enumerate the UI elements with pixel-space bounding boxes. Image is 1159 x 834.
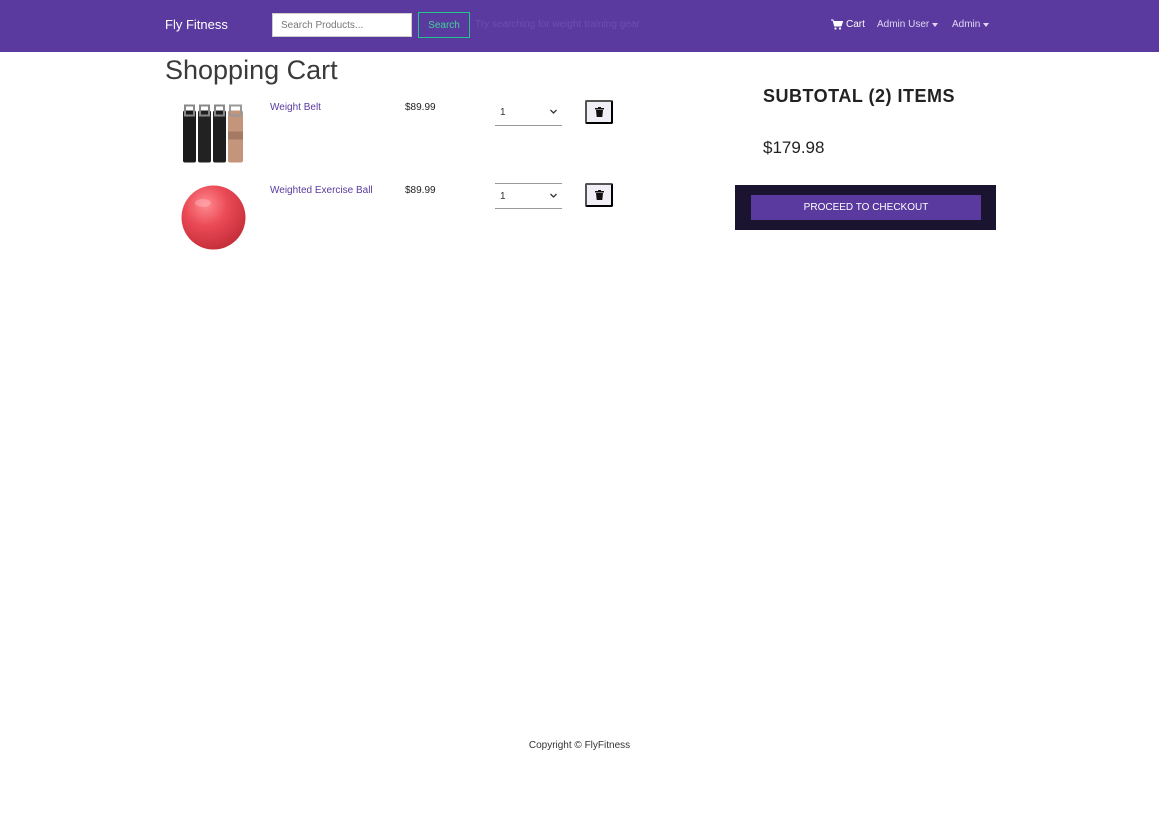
search-button[interactable]: Search xyxy=(418,12,470,38)
cart-item: Weighted Exercise Ball $89.99 1 xyxy=(165,180,625,250)
subtotal-amount: $179.98 xyxy=(763,138,825,157)
user-menu-label: Admin User xyxy=(877,19,930,30)
delete-item-button[interactable] xyxy=(585,100,613,124)
caret-down-icon xyxy=(983,22,990,27)
search-hint: Try searching for weight training gear xyxy=(475,19,640,30)
navbar: Fly Fitness Search Try searching for wei… xyxy=(0,0,1159,52)
nav-cart-link[interactable]: Cart xyxy=(831,19,865,30)
quantity-select[interactable]: 1 xyxy=(495,100,562,126)
item-name-link[interactable]: Weight Belt xyxy=(270,102,321,113)
brand-link[interactable]: Fly Fitness xyxy=(165,17,228,32)
item-price: $89.99 xyxy=(405,102,436,113)
user-menu-dropdown[interactable]: Admin User xyxy=(877,19,939,30)
weight-belt-image[interactable] xyxy=(181,100,246,165)
proceed-to-checkout-button[interactable]: PROCEED TO CHECKOUT xyxy=(751,195,981,220)
page-title: Shopping Cart xyxy=(165,55,338,85)
quantity-select[interactable]: 1 xyxy=(495,183,562,209)
quantity-value: 1 xyxy=(500,107,506,118)
caret-down-icon xyxy=(932,22,939,27)
footer-copyright: Copyright © FlyFitness xyxy=(528,740,631,751)
cart-icon xyxy=(831,19,843,30)
trash-icon xyxy=(594,107,604,117)
cart-item: Weight Belt $89.99 1 xyxy=(165,97,625,167)
delete-item-button[interactable] xyxy=(585,183,613,207)
admin-menu-dropdown[interactable]: Admin xyxy=(952,19,990,30)
chevron-down-icon xyxy=(550,109,557,114)
item-name-link[interactable]: Weighted Exercise Ball xyxy=(270,185,373,196)
trash-icon xyxy=(594,190,604,200)
subtotal-heading: SUBTOTAL (2) ITEMS xyxy=(763,86,956,106)
item-price: $89.99 xyxy=(405,185,436,196)
exercise-ball-image[interactable] xyxy=(181,185,246,250)
checkout-panel: PROCEED TO CHECKOUT xyxy=(735,185,996,230)
chevron-down-icon xyxy=(550,193,557,198)
nav-cart-label: Cart xyxy=(846,19,865,30)
quantity-value: 1 xyxy=(500,191,506,202)
admin-menu-label: Admin xyxy=(952,19,981,30)
search-input[interactable] xyxy=(272,13,412,37)
